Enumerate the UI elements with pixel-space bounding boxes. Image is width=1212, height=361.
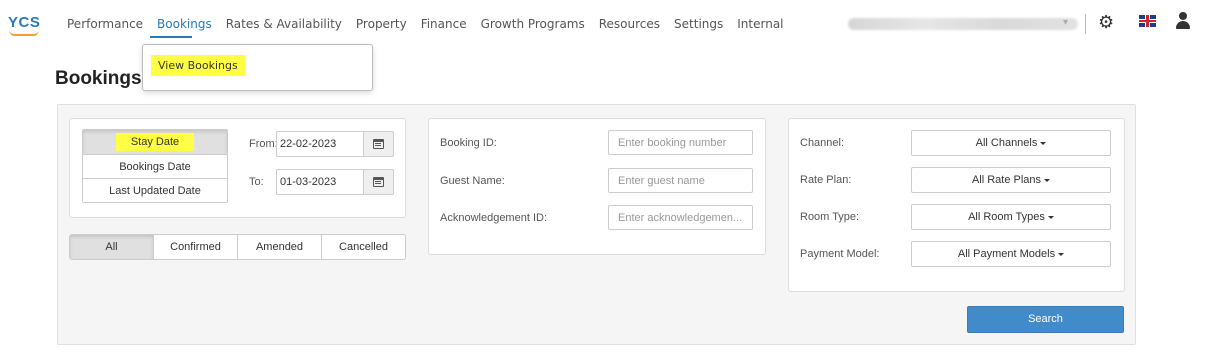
guest-name-label: Guest Name: [440, 175, 505, 187]
channel-label: Channel: [800, 137, 845, 149]
ack-id-label: Acknowledgement ID: [440, 212, 547, 224]
chevron-down-icon[interactable]: ▾ [1063, 17, 1068, 28]
uk-flag-icon[interactable] [1139, 15, 1156, 27]
payment-model-label: Payment Model: [800, 248, 880, 260]
to-date-input[interactable] [276, 169, 364, 195]
from-calendar-button[interactable] [364, 131, 394, 157]
room-type-value: All Room Types [968, 211, 1045, 223]
gear-icon[interactable]: ⚙ [1098, 12, 1114, 33]
to-calendar-button[interactable] [364, 169, 394, 195]
tab-cancelled[interactable]: Cancelled [321, 235, 405, 259]
tab-amended[interactable]: Amended [237, 235, 321, 259]
tab-confirmed[interactable]: Confirmed [153, 235, 237, 259]
date-filter-card: Stay Date Bookings Date Last Updated Dat… [69, 118, 406, 218]
calendar-icon [373, 177, 384, 187]
nav-item-growth-programs[interactable]: Growth Programs [474, 17, 592, 31]
room-type-dropdown[interactable]: All Room Types [911, 204, 1111, 230]
date-type-stay-date[interactable]: Stay Date [83, 130, 227, 154]
from-date-input[interactable] [276, 131, 364, 157]
search-button[interactable]: Search [967, 306, 1124, 333]
date-type-bookings-date[interactable]: Bookings Date [83, 154, 227, 178]
ycs-logo[interactable]: YCS [8, 14, 40, 31]
booking-id-label: Booking ID: [440, 137, 497, 149]
nav-menu: Performance Bookings Rates & Availabilit… [60, 17, 791, 31]
user-icon[interactable] [1175, 12, 1191, 30]
booking-id-input[interactable] [608, 130, 753, 155]
rate-plan-value: All Rate Plans [971, 174, 1042, 186]
user-icon-head [1179, 12, 1187, 20]
active-nav-underline [150, 36, 192, 38]
channel-dropdown[interactable]: All Channels [911, 130, 1111, 156]
payment-model-dropdown[interactable]: All Payment Models [911, 241, 1111, 267]
flag-cross-vertical [1146, 15, 1149, 27]
nav-item-internal[interactable]: Internal [730, 17, 790, 31]
nav-item-property[interactable]: Property [349, 17, 414, 31]
channel-value: All Channels [975, 137, 1038, 149]
attribute-filter-card: Channel: All Channels Rate Plan: All Rat… [788, 118, 1125, 292]
nav-item-bookings[interactable]: Bookings [150, 17, 219, 31]
to-label: To: [249, 176, 264, 188]
rate-plan-label: Rate Plan: [800, 174, 852, 186]
caret-down-icon [1044, 178, 1051, 182]
date-type-label: Stay Date [115, 133, 195, 151]
nav-item-rates-availability[interactable]: Rates & Availability [219, 17, 349, 31]
ack-id-input[interactable] [608, 205, 753, 230]
nav-item-finance[interactable]: Finance [414, 17, 474, 31]
menu-item-view-bookings[interactable]: View Bookings [151, 55, 245, 76]
search-panel: Stay Date Bookings Date Last Updated Dat… [57, 104, 1136, 345]
nav-item-settings[interactable]: Settings [667, 17, 730, 31]
payment-model-value: All Payment Models [957, 248, 1056, 260]
user-icon-body [1176, 21, 1190, 29]
caret-down-icon [1047, 215, 1054, 219]
date-type-last-updated[interactable]: Last Updated Date [83, 178, 227, 202]
top-navigation: YCS Performance Bookings Rates & Availab… [0, 0, 1212, 48]
from-label: From: [249, 138, 278, 150]
caret-down-icon [1058, 252, 1065, 256]
page-title: Bookings [55, 68, 142, 89]
rate-plan-dropdown[interactable]: All Rate Plans [911, 167, 1111, 193]
logo-swoosh [9, 30, 39, 36]
tab-all[interactable]: All [70, 235, 153, 259]
nav-item-performance[interactable]: Performance [60, 17, 150, 31]
nav-divider [1085, 14, 1086, 34]
property-selector-blurred[interactable] [848, 18, 1078, 30]
date-type-selector: Stay Date Bookings Date Last Updated Dat… [82, 129, 228, 203]
bookings-dropdown-menu: View Bookings [142, 44, 373, 91]
room-type-label: Room Type: [800, 211, 860, 223]
caret-down-icon [1040, 141, 1047, 145]
guest-name-input[interactable] [608, 168, 753, 193]
id-filter-card: Booking ID: Guest Name: Acknowledgement … [428, 118, 766, 255]
booking-status-tabs: All Confirmed Amended Cancelled [69, 234, 406, 260]
calendar-icon [373, 139, 384, 149]
nav-item-resources[interactable]: Resources [592, 17, 667, 31]
